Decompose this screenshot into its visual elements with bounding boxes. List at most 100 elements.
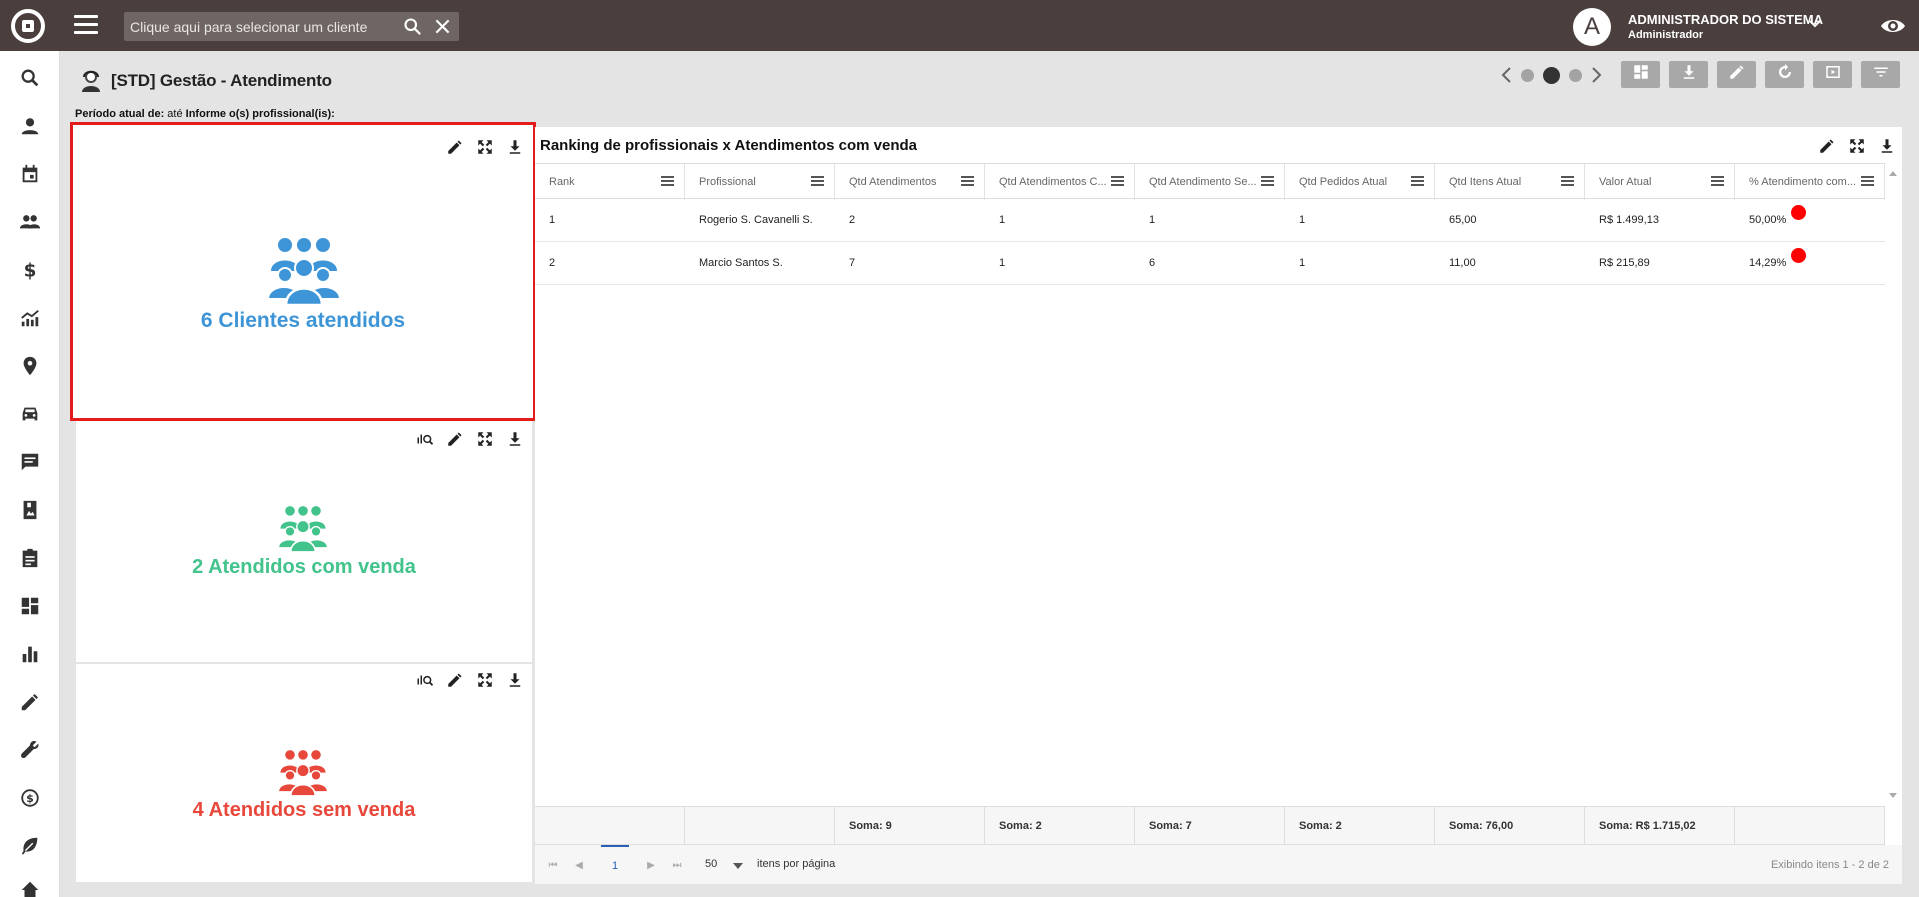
percent-value: 14,29% <box>1749 257 1787 269</box>
next-page-icon[interactable]: ▶ <box>645 859 657 871</box>
trending-icon[interactable] <box>17 305 43 331</box>
filter-button[interactable] <box>1861 61 1900 88</box>
footer-cell: Soma: 9 <box>835 807 985 846</box>
column-header[interactable]: Qtd Itens Atual <box>1435 164 1585 200</box>
column-menu-icon[interactable] <box>811 176 824 187</box>
pencil-icon[interactable] <box>17 689 43 715</box>
first-page-icon[interactable]: ⏮ <box>547 859 559 871</box>
page-dot[interactable] <box>1569 69 1582 82</box>
expand-icon[interactable] <box>1846 135 1868 157</box>
present-button[interactable] <box>1813 61 1852 88</box>
column-menu-icon[interactable] <box>1111 176 1124 187</box>
svg-text:$: $ <box>24 260 37 281</box>
eye-icon[interactable] <box>1879 14 1907 38</box>
bar-chart-icon[interactable] <box>17 641 43 667</box>
sidebar-search-icon[interactable] <box>17 65 43 91</box>
user-name: ADMINISTRADOR DO SISTEMA <box>1628 12 1823 27</box>
pencil-icon[interactable] <box>444 669 466 691</box>
table-row[interactable]: 1 Rogerio S. Cavanelli S. 2 1 1 1 65,00 … <box>535 199 1885 242</box>
column-header[interactable]: Valor Atual <box>1585 164 1735 200</box>
dashboard-icon[interactable] <box>17 593 43 619</box>
scroll-up-icon[interactable] <box>1889 171 1897 176</box>
expand-icon[interactable] <box>474 669 496 691</box>
wrench-icon[interactable] <box>17 737 43 763</box>
kpi-card-with-sale[interactable]: 2 Atendidos com venda <box>76 421 532 662</box>
column-menu-icon[interactable] <box>1711 176 1724 187</box>
kpi-card-without-sale[interactable]: 4 Atendidos sem venda <box>76 664 532 882</box>
chat-icon[interactable] <box>17 449 43 475</box>
column-menu-icon[interactable] <box>1561 176 1574 187</box>
calendar-icon[interactable] <box>17 161 43 187</box>
page-size-select[interactable]: 50 <box>705 858 717 870</box>
table-row[interactable]: 2 Marcio Santos S. 7 1 6 1 11,00 R$ 215,… <box>535 242 1885 285</box>
avatar[interactable]: A <box>1573 8 1611 46</box>
pencil-icon[interactable] <box>444 428 466 450</box>
footer-cell <box>535 807 685 846</box>
column-menu-icon[interactable] <box>661 176 674 187</box>
cell-qtd-atendimentos: 7 <box>849 257 856 269</box>
column-header[interactable]: Rank <box>535 164 685 200</box>
grid-title: Ranking de profissionais x Atendimentos … <box>540 137 918 154</box>
column-header[interactable]: Profissional <box>685 164 835 200</box>
chevron-right-icon[interactable] <box>1589 66 1603 84</box>
column-header[interactable]: Qtd Atendimento Se... <box>1135 164 1285 200</box>
edit-button[interactable] <box>1717 61 1756 88</box>
prev-page-icon[interactable]: ◀ <box>573 859 585 871</box>
money-history-icon[interactable]: $ <box>17 785 43 811</box>
kpi-card-clients[interactable]: 6 Clientes atendidos <box>70 122 536 421</box>
download-icon[interactable] <box>1876 135 1898 157</box>
chevron-left-icon[interactable] <box>1500 66 1514 84</box>
photo-album-icon[interactable] <box>17 497 43 523</box>
chevron-down-icon[interactable] <box>733 863 743 869</box>
dollar-icon[interactable]: $ <box>17 257 43 283</box>
cell-rank: 2 <box>549 257 556 269</box>
expand-icon[interactable] <box>474 428 496 450</box>
client-search-input[interactable] <box>130 16 392 37</box>
column-header[interactable]: Qtd Atendimentos <box>835 164 985 200</box>
page-number-button[interactable]: 1 <box>601 845 629 884</box>
last-page-icon[interactable]: ⏭ <box>671 859 683 871</box>
cell-professional: Rogerio S. Cavanelli S. <box>699 214 813 226</box>
footer-cell <box>685 807 835 846</box>
cell-valor: R$ 1.499,13 <box>1599 214 1659 226</box>
home-icon[interactable] <box>17 877 43 897</box>
column-header[interactable]: Qtd Pedidos Atual <box>1285 164 1435 200</box>
cell-qtd-pedidos: 1 <box>1299 257 1306 269</box>
download-icon[interactable] <box>504 428 526 450</box>
layout-button[interactable] <box>1621 61 1660 88</box>
download-button[interactable] <box>1669 61 1708 88</box>
app-logo[interactable] <box>11 9 45 43</box>
pencil-icon[interactable] <box>1816 135 1838 157</box>
car-icon[interactable] <box>17 401 43 427</box>
column-header[interactable]: Qtd Atendimentos C... <box>985 164 1135 200</box>
pencil-icon[interactable] <box>444 136 466 158</box>
column-menu-icon[interactable] <box>1861 176 1874 187</box>
refresh-button[interactable] <box>1765 61 1804 88</box>
clipboard-icon[interactable] <box>17 545 43 571</box>
percent-value: 50,00% <box>1749 214 1787 226</box>
search-icon[interactable] <box>402 16 423 37</box>
drill-down-icon[interactable] <box>414 428 436 450</box>
filter-period-label: Período atual de: <box>75 108 165 120</box>
vertical-scrollbar[interactable] <box>1885 163 1902 897</box>
expand-icon[interactable] <box>474 136 496 158</box>
person-icon[interactable] <box>17 113 43 139</box>
download-icon[interactable] <box>504 669 526 691</box>
column-header[interactable]: % Atendimento com... <box>1735 164 1885 200</box>
location-icon[interactable] <box>17 353 43 379</box>
column-menu-icon[interactable] <box>1411 176 1424 187</box>
download-icon[interactable] <box>504 136 526 158</box>
leaf-icon[interactable] <box>17 833 43 859</box>
page-dot[interactable] <box>1521 69 1534 82</box>
menu-toggle-button[interactable] <box>74 15 98 35</box>
people-icon[interactable] <box>17 209 43 235</box>
column-menu-icon[interactable] <box>1261 176 1274 187</box>
column-menu-icon[interactable] <box>961 176 974 187</box>
drill-down-icon[interactable] <box>414 669 436 691</box>
sidebar: $ $ <box>0 51 60 897</box>
clear-icon[interactable] <box>432 16 453 37</box>
dashboard-pager <box>1500 64 1610 86</box>
chevron-down-icon[interactable] <box>1805 14 1825 34</box>
scroll-down-icon[interactable] <box>1889 793 1897 798</box>
page-dot-active[interactable] <box>1543 67 1560 84</box>
